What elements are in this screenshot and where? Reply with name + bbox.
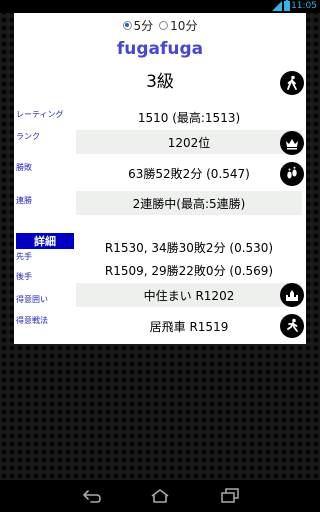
- radio-unchecked-icon: [159, 20, 169, 30]
- sente-label: 先手: [16, 252, 32, 261]
- walking-person-icon: [287, 75, 297, 90]
- radio-checked-icon: [122, 20, 132, 30]
- status-icons: [272, 0, 290, 11]
- crown-icon: [286, 139, 298, 150]
- rating-label: レーティング: [16, 110, 64, 119]
- recent-apps-button[interactable]: [220, 488, 240, 504]
- gote-value: R1509, 29勝22敗0分 (0.569): [104, 263, 274, 278]
- streak-label: 連勝: [16, 196, 32, 205]
- footprints-button[interactable]: [280, 162, 304, 186]
- runner-button[interactable]: [280, 314, 304, 338]
- sente-value: R1530, 34勝30敗2分 (0.530): [104, 240, 274, 255]
- mode-10min-radio[interactable]: 10分: [159, 17, 197, 34]
- back-button[interactable]: [82, 488, 102, 504]
- fav-strategy-value: 居飛車 R1519: [149, 319, 229, 334]
- fav-strategy-label: 得意戦法: [16, 316, 48, 325]
- record-label: 勝敗: [16, 163, 32, 172]
- recent-apps-icon: [221, 488, 239, 503]
- rank-label: ランク: [16, 132, 40, 141]
- player-rank: 3級: [146, 72, 174, 92]
- crown-button[interactable]: [280, 131, 304, 155]
- record-value: 63勝52敗2分 (0.547): [128, 166, 250, 181]
- clock: 11:05: [291, 1, 317, 11]
- rating-value: 1510 (最高:1513): [137, 110, 241, 125]
- battery-icon: [284, 0, 290, 11]
- mode-5min-radio[interactable]: 5分: [122, 17, 154, 34]
- navigation-bar: [0, 480, 320, 512]
- home-button[interactable]: [150, 488, 170, 504]
- mode-5min-label: 5分: [133, 18, 154, 33]
- rank-value: 1202位: [76, 130, 302, 154]
- status-bar: 11:05: [0, 0, 320, 13]
- back-icon: [83, 490, 101, 503]
- wifi-icon: [272, 1, 282, 11]
- fav-castle-value: 中住まい R1202: [76, 283, 302, 307]
- fav-castle-label: 得意囲い: [16, 295, 48, 304]
- detail-header: 詳細: [16, 233, 74, 249]
- home-icon: [151, 489, 169, 503]
- gote-label: 後手: [16, 272, 32, 281]
- mode-10min-label: 10分: [170, 18, 198, 33]
- profile-panel: 5分 10分 fugafuga 3級 レーティング 1510 (最高:1513)…: [14, 13, 306, 344]
- walker-button[interactable]: [280, 71, 304, 95]
- castle-icon: [286, 290, 298, 301]
- footprints-icon: [287, 166, 297, 179]
- runner-icon: [287, 318, 298, 332]
- castle-button[interactable]: [280, 283, 304, 307]
- player-name: fugafuga: [116, 39, 204, 59]
- mode-selector: 5分 10分: [14, 15, 306, 35]
- streak-value: 2連勝中(最高:5連勝): [76, 191, 302, 215]
